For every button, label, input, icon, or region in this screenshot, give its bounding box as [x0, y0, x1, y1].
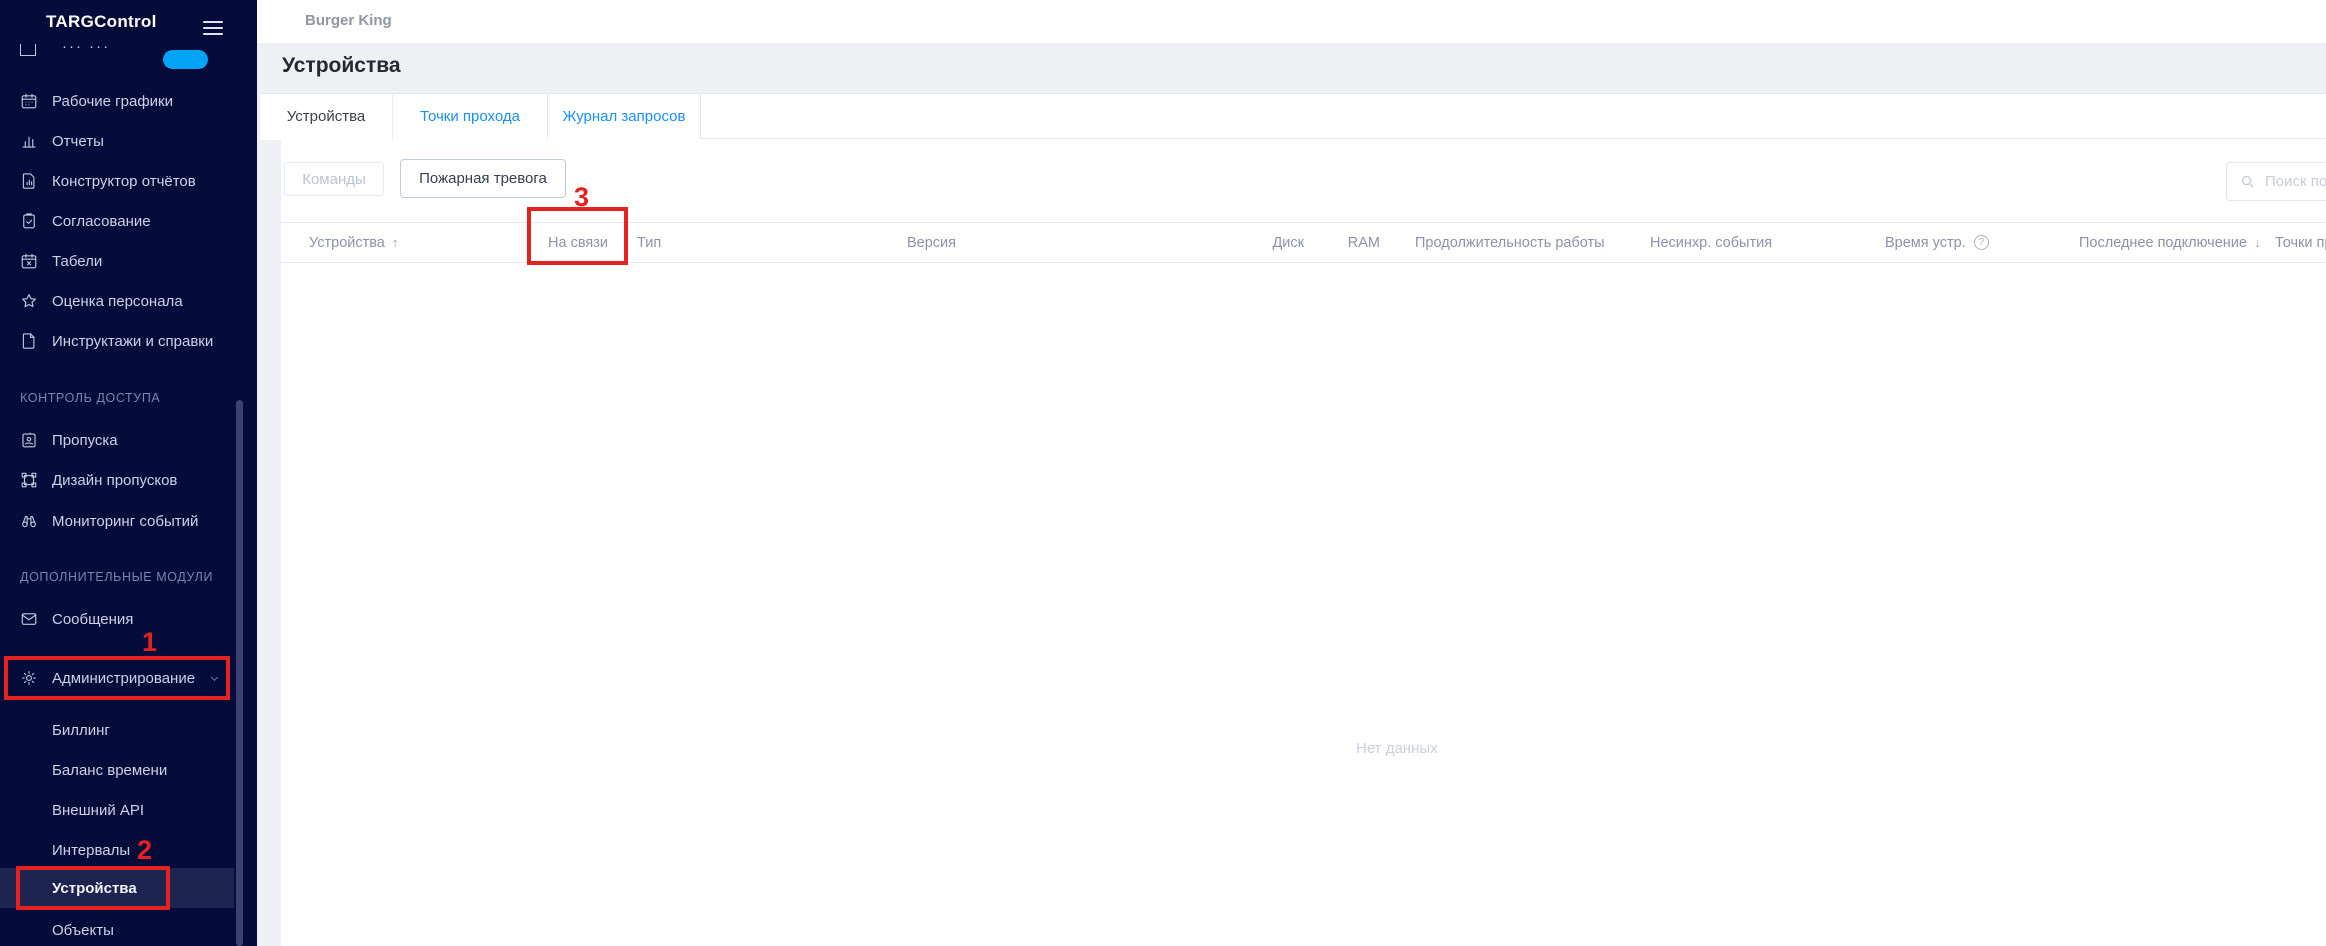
sidebar-item-label: Баланс времени	[52, 762, 167, 779]
column-label: На связи	[548, 235, 608, 251]
clipped-label: ··· ···	[62, 38, 110, 55]
sidebar-item-report-builder[interactable]: Конструктор отчётов	[0, 161, 234, 201]
sidebar-item-intervals[interactable]: Интервалы	[0, 830, 234, 870]
menu-toggle-icon[interactable]	[203, 21, 223, 35]
sidebar-item-label: Оценка персонала	[52, 293, 183, 310]
idcard-icon	[20, 431, 38, 449]
tab-bar-filler	[701, 94, 2326, 139]
column-header-online: На связи	[528, 223, 620, 262]
sidebar-item-pass-design[interactable]: Дизайн пропусков	[0, 460, 234, 500]
column-header-access-points: Точки прохода	[2252, 223, 2326, 262]
sidebar-item-label: Табели	[52, 253, 102, 270]
table-header-row: Устройства ↑ На связи Тип Версия Диск RAM Продо…	[281, 222, 2326, 263]
sidebar-scrollbar-thumb[interactable]	[236, 400, 243, 946]
column-label: RAM	[1348, 235, 1380, 251]
sidebar-item-messages[interactable]: Сообщения	[0, 599, 234, 639]
search-box	[2226, 162, 2326, 201]
column-header-version: Версия	[890, 223, 1157, 262]
file-icon	[20, 332, 38, 350]
app-logo: TARGControl	[46, 12, 157, 32]
column-label: Тип	[637, 235, 661, 251]
sidebar: TARGControl ··· ··· Рабочие графики Отчет…	[0, 0, 257, 946]
clipped-icon	[20, 44, 36, 56]
sidebar-item-billing[interactable]: Биллинг	[0, 710, 234, 750]
sidebar-item-label: Пропуска	[52, 432, 118, 449]
calendar-icon	[20, 92, 38, 110]
report-icon	[20, 172, 38, 190]
app-window: TARGControl ··· ··· Рабочие графики Отчет…	[0, 0, 2326, 946]
sidebar-item-label: Внешний API	[52, 802, 144, 819]
sidebar-item-label: Мониторинг событий	[52, 513, 198, 530]
sidebar-item-label: Администрирование	[52, 670, 195, 687]
tab-devices[interactable]: Устройства	[260, 94, 393, 140]
search-icon	[2240, 174, 2255, 189]
sidebar-item-external-api[interactable]: Внешний API	[0, 790, 234, 830]
design-icon	[20, 471, 38, 489]
sidebar-item-label: Объекты	[52, 922, 114, 939]
star-icon	[20, 292, 38, 310]
new-badge	[163, 50, 208, 69]
sidebar-section-extra-modules: ДОПОЛНИТЕЛЬНЫЕ МОДУЛИ	[20, 557, 234, 597]
search-input[interactable]	[2263, 172, 2326, 191]
chart-icon	[20, 132, 38, 150]
empty-state-text: Нет данных	[1356, 740, 1438, 757]
fire-alarm-button[interactable]: Пожарная тревога	[400, 159, 566, 198]
sidebar-item-passes[interactable]: Пропуска	[0, 420, 234, 460]
sidebar-item-administration[interactable]: Администрирование	[0, 658, 234, 698]
sidebar-item-devices[interactable]: Устройства	[0, 868, 234, 908]
column-label: Время устр.	[1885, 235, 1966, 251]
top-bar: Burger King	[257, 0, 2326, 43]
column-label: Диск	[1272, 235, 1304, 251]
sidebar-item-clipped[interactable]: ··· ···	[0, 44, 234, 78]
tab-bar: УстройстваТочки проходаЖурнал запросов	[260, 93, 2326, 139]
mail-icon	[20, 610, 38, 628]
sidebar-item-label: Конструктор отчётов	[52, 173, 196, 190]
sidebar-item-approval[interactable]: Согласование	[0, 201, 234, 241]
column-label: Продолжительность работы	[1415, 235, 1605, 251]
column-label: Точки прохода	[2275, 235, 2326, 251]
sidebar-item-staff-assessment[interactable]: Оценка персонала	[0, 281, 234, 321]
gear-icon	[20, 669, 38, 687]
column-label: Несинхр. события	[1650, 235, 1772, 251]
column-header-type: Тип	[620, 223, 890, 262]
sidebar-item-label: Согласование	[52, 213, 151, 230]
breadcrumb: Burger King	[305, 12, 392, 29]
column-header-last-connection[interactable]: Последнее подключение↓	[2057, 223, 2252, 262]
sidebar-item-label: Сообщения	[52, 611, 133, 628]
sidebar-item-event-monitoring[interactable]: Мониторинг событий	[0, 501, 234, 541]
sidebar-item-reports[interactable]: Отчеты	[0, 121, 234, 161]
sidebar-item-label: Интервалы	[52, 842, 130, 859]
column-header-unsync-events: Несинхр. события	[1625, 223, 1857, 262]
sort-ascending-icon: ↑	[392, 235, 399, 250]
sidebar-item-label: Биллинг	[52, 722, 110, 739]
chevron-down-icon	[209, 673, 220, 684]
commands-button[interactable]: Команды	[284, 162, 384, 196]
column-label: Последнее подключение	[2079, 235, 2247, 251]
sidebar-section-access-control: КОНТРОЛЬ ДОСТУПА	[20, 378, 234, 418]
column-header-uptime: Продолжительность работы	[1390, 223, 1625, 262]
sidebar-item-label: Дизайн пропусков	[52, 472, 177, 489]
sidebar-item-label: Отчеты	[52, 133, 104, 150]
approve-icon	[20, 212, 38, 230]
column-header-ram: RAM	[1314, 223, 1390, 262]
sidebar-item-label: Инструктажи и справки	[52, 333, 213, 350]
help-circle-icon[interactable]: ?	[1974, 235, 1989, 250]
sidebar-item-label: Рабочие графики	[52, 93, 173, 110]
column-header-device-time: Время устр.?	[1857, 223, 2057, 262]
sidebar-item-briefings[interactable]: Инструктажи и справки	[0, 321, 234, 361]
sidebar-item-objects[interactable]: Объекты	[0, 910, 234, 946]
page-title: Устройства	[282, 54, 401, 78]
binoculars-icon	[20, 512, 38, 530]
sidebar-item-label: Устройства	[52, 880, 137, 897]
tab-access-points[interactable]: Точки прохода	[393, 94, 548, 140]
column-header-disk: Диск	[1157, 223, 1314, 262]
column-header-devices[interactable]: Устройства ↑	[281, 223, 528, 262]
sidebar-item-timesheets[interactable]: Табели	[0, 241, 234, 281]
sidebar-item-work-schedules[interactable]: Рабочие графики	[0, 81, 234, 121]
timesheet-icon	[20, 252, 38, 270]
sidebar-item-time-balance[interactable]: Баланс времени	[0, 750, 234, 790]
tab-request-log[interactable]: Журнал запросов	[548, 94, 701, 140]
column-label: Версия	[907, 235, 956, 251]
column-label: Устройства	[309, 235, 385, 251]
